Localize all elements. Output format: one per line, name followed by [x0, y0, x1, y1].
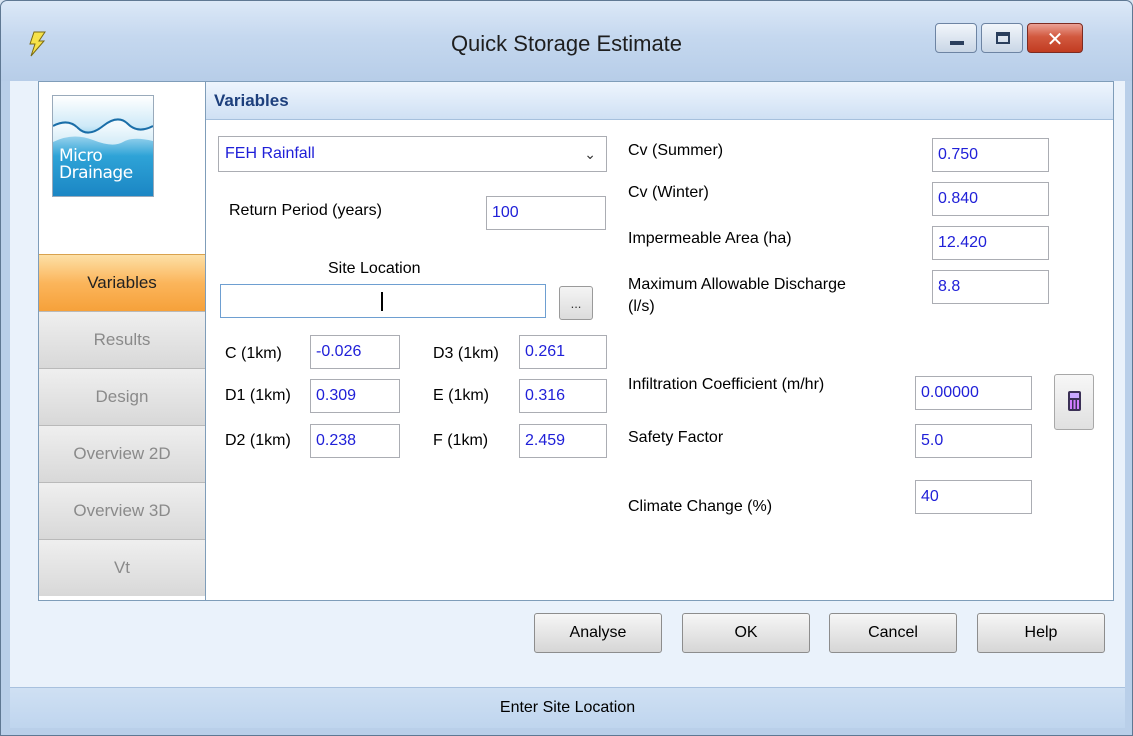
nav-vt[interactable]: Vt	[39, 539, 205, 596]
maximize-icon	[996, 32, 1010, 44]
rainfall-type-value: FEH Rainfall	[225, 145, 315, 162]
c-1km-input[interactable]: -0.026	[310, 335, 400, 369]
return-period-label: Return Period (years)	[229, 202, 382, 219]
d3-1km-input[interactable]: 0.261	[519, 335, 607, 369]
e-1km-input[interactable]: 0.316	[519, 379, 607, 413]
nav-overview-2d[interactable]: Overview 2D	[39, 425, 205, 482]
cv-winter-label: Cv (Winter)	[628, 184, 709, 201]
browse-site-button[interactable]: ...	[559, 286, 593, 320]
max-discharge-unit-label: (l/s)	[628, 298, 655, 315]
max-discharge-input[interactable]: 8.8	[932, 270, 1049, 304]
rainfall-type-select[interactable]: FEH Rainfall ⌄	[218, 136, 607, 172]
infiltration-coefficient-input[interactable]: 0.00000	[915, 376, 1032, 410]
help-button[interactable]: Help	[977, 613, 1105, 653]
chevron-down-icon: ⌄	[584, 146, 596, 162]
calculator-icon	[1068, 391, 1081, 411]
main-panel: Micro Drainage Variables Results Design …	[38, 81, 1114, 601]
d3-1km-label: D3 (1km)	[433, 345, 499, 362]
site-location-input[interactable]	[220, 284, 546, 318]
minimize-icon	[950, 41, 964, 45]
micro-drainage-logo: Micro Drainage	[52, 95, 154, 197]
analyse-button[interactable]: Analyse	[534, 613, 662, 653]
cv-summer-input[interactable]: 0.750	[932, 138, 1049, 172]
site-location-label: Site Location	[328, 260, 421, 277]
impermeable-area-label: Impermeable Area (ha)	[628, 230, 792, 247]
climate-change-label: Climate Change (%)	[628, 498, 773, 515]
nav-variables[interactable]: Variables	[39, 254, 205, 311]
infiltration-coefficient-label: Infiltration Coefficient (m/hr)	[628, 376, 825, 393]
close-button[interactable]: ✕	[1027, 23, 1083, 53]
return-period-input[interactable]: 100	[486, 196, 606, 230]
title-bar[interactable]: Quick Storage Estimate ✕	[1, 1, 1132, 81]
minimize-button[interactable]	[935, 23, 977, 53]
dialog-window: Quick Storage Estimate ✕ Micro Drainage …	[0, 0, 1133, 736]
max-discharge-label: Maximum Allowable Discharge	[628, 276, 846, 293]
f-1km-label: F (1km)	[433, 432, 489, 449]
cancel-button[interactable]: Cancel	[829, 613, 957, 653]
close-icon: ✕	[1046, 27, 1064, 51]
cv-winter-input[interactable]: 0.840	[932, 182, 1049, 216]
logo-text-drainage: Drainage	[59, 163, 133, 183]
d2-1km-label: D2 (1km)	[225, 432, 291, 449]
ok-button[interactable]: OK	[682, 613, 810, 653]
d2-1km-input[interactable]: 0.238	[310, 424, 400, 458]
e-1km-label: E (1km)	[433, 387, 489, 404]
cv-summer-label: Cv (Summer)	[628, 142, 724, 159]
status-bar: Enter Site Location	[10, 687, 1125, 728]
climate-change-input[interactable]: 40	[915, 480, 1032, 514]
nav-results[interactable]: Results	[39, 311, 205, 368]
maximize-button[interactable]	[981, 23, 1023, 53]
dialog-client-area: Micro Drainage Variables Results Design …	[10, 81, 1125, 728]
safety-factor-input[interactable]: 5.0	[915, 424, 1032, 458]
safety-factor-label: Safety Factor	[628, 429, 724, 446]
c-1km-label: C (1km)	[225, 345, 282, 362]
nav-overview-3d[interactable]: Overview 3D	[39, 482, 205, 539]
d1-1km-input[interactable]: 0.309	[310, 379, 400, 413]
infiltration-calculator-button[interactable]	[1054, 374, 1094, 430]
navigation-column: Micro Drainage Variables Results Design …	[39, 82, 206, 600]
nav-design[interactable]: Design	[39, 368, 205, 425]
text-caret	[381, 292, 383, 311]
section-header: Variables	[206, 82, 1113, 120]
f-1km-input[interactable]: 2.459	[519, 424, 607, 458]
d1-1km-label: D1 (1km)	[225, 387, 291, 404]
impermeable-area-input[interactable]: 12.420	[932, 226, 1049, 260]
